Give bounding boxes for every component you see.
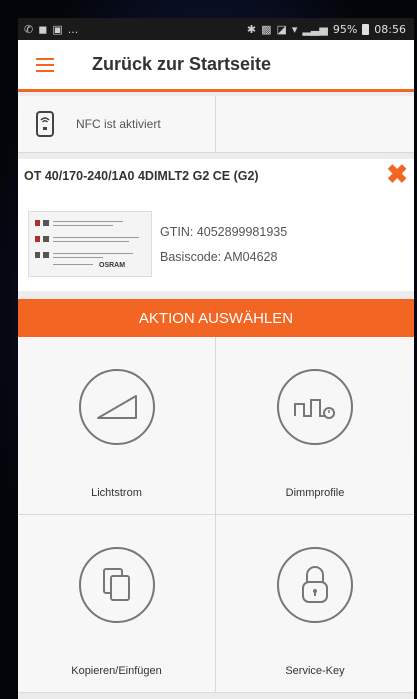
battery-percent: 95% [332, 22, 358, 36]
device-card: OT 40/170-240/1A0 4DIMLT2 G2 CE (G2) ✖ O… [18, 159, 414, 291]
nfc-status-row: NFC ist aktiviert [18, 96, 414, 153]
gtin-text: GTIN: 4052899981935 [160, 225, 288, 239]
select-action-header: AKTION AUSWÄHLEN [18, 299, 414, 337]
status-more: ... [67, 22, 79, 36]
tile-label: Dimmprofile [285, 487, 345, 499]
action-grid: Lichtstrom Dimmprofile Kopieren/Einfügen [18, 337, 414, 693]
menu-icon[interactable] [36, 57, 54, 72]
status-bar: ✆ ◼ ▣ ... ✱ ▩ ◪ ▾ ▂▃▅ 95% 08:56 [18, 18, 414, 40]
tile-dimmprofile[interactable]: Dimmprofile [216, 337, 414, 515]
close-icon[interactable]: ✖ [386, 159, 408, 190]
whatsapp-icon: ✆ [24, 22, 34, 36]
dimming-profile-icon [277, 369, 353, 445]
back-to-home-link[interactable]: Zurück zur Startseite [92, 54, 271, 75]
tile-label: Lichtstrom [91, 487, 142, 499]
phone-screen: ✆ ◼ ▣ ... ✱ ▩ ◪ ▾ ▂▃▅ 95% 08:56 Zurück z… [18, 18, 414, 699]
tile-kopieren-einfuegen[interactable]: Kopieren/Einfügen [18, 515, 216, 693]
signal-icon: ▂▃▅ [302, 22, 328, 36]
nfc-status-cell: NFC ist aktiviert [18, 96, 216, 152]
battery-icon [362, 23, 370, 35]
app-bar: Zurück zur Startseite [18, 40, 414, 92]
facebook-icon: ◼ [38, 22, 48, 36]
photo-icon: ▣ [52, 22, 63, 36]
wifi-icon: ▾ [291, 22, 298, 36]
vibrate-icon: ◪ [276, 22, 287, 36]
label-brand: OSRAM [99, 262, 126, 269]
product-label-image: OSRAM [28, 211, 152, 277]
nfc-status-label: NFC ist aktiviert [76, 117, 161, 131]
ramp-icon [78, 369, 155, 445]
tile-label: Kopieren/Einfügen [71, 665, 162, 677]
tile-service-key[interactable]: Service-Key [216, 515, 414, 693]
tile-lichtstrom[interactable]: Lichtstrom [18, 337, 216, 515]
nfc-icon: ▩ [261, 22, 272, 36]
phone-nfc-icon [36, 111, 54, 137]
clock: 08:56 [374, 22, 406, 36]
copy-icon [78, 547, 155, 623]
padlock-icon [277, 547, 353, 623]
basiscode-text: Basiscode: AM04628 [160, 250, 278, 264]
bluetooth-icon: ✱ [246, 22, 257, 36]
device-name: OT 40/170-240/1A0 4DIMLT2 G2 CE (G2) [24, 169, 259, 183]
tile-label: Service-Key [285, 665, 345, 677]
